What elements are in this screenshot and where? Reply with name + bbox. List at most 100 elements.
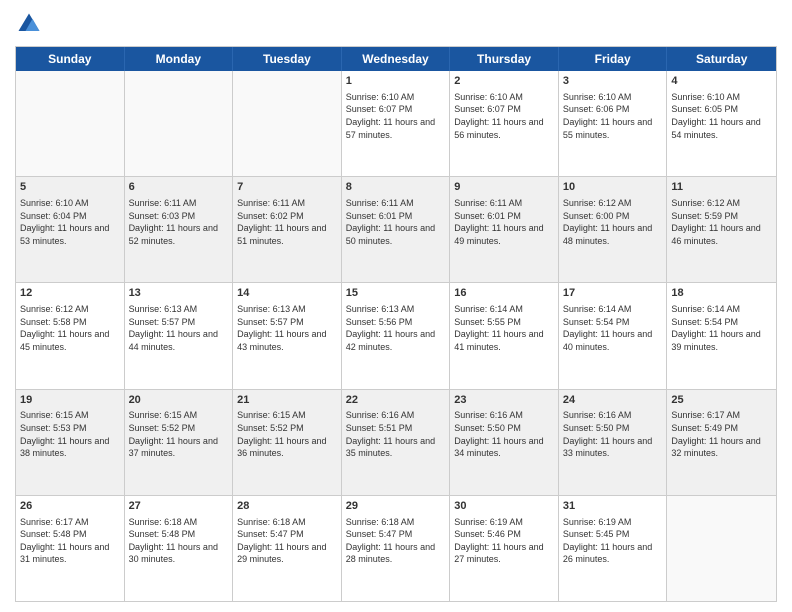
day-info: Sunrise: 6:13 AM Sunset: 5:56 PM Dayligh…: [346, 303, 446, 353]
day-info: Sunrise: 6:12 AM Sunset: 5:58 PM Dayligh…: [20, 303, 120, 353]
day-number: 21: [237, 393, 337, 408]
calendar-header: SundayMondayTuesdayWednesdayThursdayFrid…: [16, 47, 776, 71]
day-info: Sunrise: 6:10 AM Sunset: 6:07 PM Dayligh…: [346, 91, 446, 141]
day-cell-12: 12 Sunrise: 6:12 AM Sunset: 5:58 PM Dayli…: [16, 283, 125, 388]
header: [15, 10, 777, 38]
day-info: Sunrise: 6:12 AM Sunset: 5:59 PM Dayligh…: [671, 197, 772, 247]
empty-cell-0-0: [16, 71, 125, 176]
day-cell-3: 3 Sunrise: 6:10 AM Sunset: 6:06 PM Daylig…: [559, 71, 668, 176]
day-number: 11: [671, 180, 772, 195]
day-info: Sunrise: 6:19 AM Sunset: 5:45 PM Dayligh…: [563, 516, 663, 566]
day-cell-30: 30 Sunrise: 6:19 AM Sunset: 5:46 PM Dayli…: [450, 496, 559, 601]
day-number: 29: [346, 499, 446, 514]
day-info: Sunrise: 6:12 AM Sunset: 6:00 PM Dayligh…: [563, 197, 663, 247]
weekday-header-monday: Monday: [125, 47, 234, 71]
day-cell-31: 31 Sunrise: 6:19 AM Sunset: 5:45 PM Dayli…: [559, 496, 668, 601]
day-cell-14: 14 Sunrise: 6:13 AM Sunset: 5:57 PM Dayli…: [233, 283, 342, 388]
day-number: 18: [671, 286, 772, 301]
day-number: 24: [563, 393, 663, 408]
day-cell-18: 18 Sunrise: 6:14 AM Sunset: 5:54 PM Dayli…: [667, 283, 776, 388]
day-info: Sunrise: 6:11 AM Sunset: 6:01 PM Dayligh…: [454, 197, 554, 247]
day-info: Sunrise: 6:16 AM Sunset: 5:50 PM Dayligh…: [454, 409, 554, 459]
weekday-header-thursday: Thursday: [450, 47, 559, 71]
day-number: 12: [20, 286, 120, 301]
day-cell-1: 1 Sunrise: 6:10 AM Sunset: 6:07 PM Daylig…: [342, 71, 451, 176]
day-cell-8: 8Sunrise: 6:11 AM Sunset: 6:01 PM Daylig…: [342, 177, 451, 282]
day-cell-7: 7 Sunrise: 6:11 AM Sunset: 6:02 PM Daylig…: [233, 177, 342, 282]
weekday-header-friday: Friday: [559, 47, 668, 71]
day-number: 8: [346, 180, 446, 195]
day-number: 16: [454, 286, 554, 301]
day-cell-21: 21Sunrise: 6:15 AM Sunset: 5:52 PM Dayli…: [233, 390, 342, 495]
day-number: 14: [237, 286, 337, 301]
day-info: Sunrise: 6:14 AM Sunset: 5:54 PM Dayligh…: [671, 303, 772, 353]
day-number: 13: [129, 286, 229, 301]
day-cell-17: 17 Sunrise: 6:14 AM Sunset: 5:54 PM Dayli…: [559, 283, 668, 388]
day-info: Sunrise: 6:18 AM Sunset: 5:47 PM Dayligh…: [237, 516, 337, 566]
day-cell-25: 25Sunrise: 6:17 AM Sunset: 5:49 PM Dayli…: [667, 390, 776, 495]
day-number: 23: [454, 393, 554, 408]
day-cell-28: 28Sunrise: 6:18 AM Sunset: 5:47 PM Dayli…: [233, 496, 342, 601]
day-number: 9: [454, 180, 554, 195]
logo-icon: [15, 10, 43, 38]
empty-cell-0-1: [125, 71, 234, 176]
day-cell-23: 23Sunrise: 6:16 AM Sunset: 5:50 PM Dayli…: [450, 390, 559, 495]
day-cell-27: 27Sunrise: 6:18 AM Sunset: 5:48 PM Dayli…: [125, 496, 234, 601]
day-cell-9: 9 Sunrise: 6:11 AM Sunset: 6:01 PM Daylig…: [450, 177, 559, 282]
day-cell-10: 10Sunrise: 6:12 AM Sunset: 6:00 PM Dayli…: [559, 177, 668, 282]
day-cell-11: 11 Sunrise: 6:12 AM Sunset: 5:59 PM Dayli…: [667, 177, 776, 282]
day-info: Sunrise: 6:17 AM Sunset: 5:49 PM Dayligh…: [671, 409, 772, 459]
day-info: Sunrise: 6:15 AM Sunset: 5:53 PM Dayligh…: [20, 409, 120, 459]
day-number: 17: [563, 286, 663, 301]
empty-cell-4-6: [667, 496, 776, 601]
day-cell-24: 24Sunrise: 6:16 AM Sunset: 5:50 PM Dayli…: [559, 390, 668, 495]
day-info: Sunrise: 6:19 AM Sunset: 5:46 PM Dayligh…: [454, 516, 554, 566]
day-info: Sunrise: 6:18 AM Sunset: 5:47 PM Dayligh…: [346, 516, 446, 566]
day-cell-2: 2Sunrise: 6:10 AM Sunset: 6:07 PM Daylig…: [450, 71, 559, 176]
day-info: Sunrise: 6:13 AM Sunset: 5:57 PM Dayligh…: [129, 303, 229, 353]
weekday-header-wednesday: Wednesday: [342, 47, 451, 71]
day-number: 7: [237, 180, 337, 195]
page: SundayMondayTuesdayWednesdayThursdayFrid…: [0, 0, 792, 612]
day-info: Sunrise: 6:10 AM Sunset: 6:07 PM Dayligh…: [454, 91, 554, 141]
logo: [15, 10, 47, 38]
day-cell-20: 20Sunrise: 6:15 AM Sunset: 5:52 PM Dayli…: [125, 390, 234, 495]
day-number: 5: [20, 180, 120, 195]
day-info: Sunrise: 6:14 AM Sunset: 5:55 PM Dayligh…: [454, 303, 554, 353]
day-info: Sunrise: 6:10 AM Sunset: 6:04 PM Dayligh…: [20, 197, 120, 247]
day-cell-19: 19Sunrise: 6:15 AM Sunset: 5:53 PM Dayli…: [16, 390, 125, 495]
day-cell-13: 13 Sunrise: 6:13 AM Sunset: 5:57 PM Dayli…: [125, 283, 234, 388]
day-info: Sunrise: 6:14 AM Sunset: 5:54 PM Dayligh…: [563, 303, 663, 353]
day-cell-29: 29 Sunrise: 6:18 AM Sunset: 5:47 PM Dayli…: [342, 496, 451, 601]
day-cell-4: 4Sunrise: 6:10 AM Sunset: 6:05 PM Daylig…: [667, 71, 776, 176]
day-number: 22: [346, 393, 446, 408]
weekday-header-saturday: Saturday: [667, 47, 776, 71]
day-number: 3: [563, 74, 663, 89]
day-info: Sunrise: 6:10 AM Sunset: 6:06 PM Dayligh…: [563, 91, 663, 141]
day-cell-16: 16 Sunrise: 6:14 AM Sunset: 5:55 PM Dayli…: [450, 283, 559, 388]
day-number: 26: [20, 499, 120, 514]
calendar-row-4: 26 Sunrise: 6:17 AM Sunset: 5:48 PM Dayli…: [16, 495, 776, 601]
calendar: SundayMondayTuesdayWednesdayThursdayFrid…: [15, 46, 777, 602]
day-number: 1: [346, 74, 446, 89]
day-number: 31: [563, 499, 663, 514]
day-number: 20: [129, 393, 229, 408]
calendar-row-2: 12 Sunrise: 6:12 AM Sunset: 5:58 PM Dayli…: [16, 282, 776, 388]
day-number: 15: [346, 286, 446, 301]
calendar-body: 1 Sunrise: 6:10 AM Sunset: 6:07 PM Daylig…: [16, 71, 776, 601]
day-info: Sunrise: 6:11 AM Sunset: 6:02 PM Dayligh…: [237, 197, 337, 247]
day-number: 30: [454, 499, 554, 514]
day-info: Sunrise: 6:15 AM Sunset: 5:52 PM Dayligh…: [237, 409, 337, 459]
day-cell-6: 6Sunrise: 6:11 AM Sunset: 6:03 PM Daylig…: [125, 177, 234, 282]
day-cell-15: 15 Sunrise: 6:13 AM Sunset: 5:56 PM Dayli…: [342, 283, 451, 388]
day-info: Sunrise: 6:15 AM Sunset: 5:52 PM Dayligh…: [129, 409, 229, 459]
day-cell-5: 5 Sunrise: 6:10 AM Sunset: 6:04 PM Daylig…: [16, 177, 125, 282]
day-number: 4: [671, 74, 772, 89]
weekday-header-tuesday: Tuesday: [233, 47, 342, 71]
day-number: 25: [671, 393, 772, 408]
day-cell-26: 26 Sunrise: 6:17 AM Sunset: 5:48 PM Dayli…: [16, 496, 125, 601]
calendar-row-1: 5 Sunrise: 6:10 AM Sunset: 6:04 PM Daylig…: [16, 176, 776, 282]
day-info: Sunrise: 6:13 AM Sunset: 5:57 PM Dayligh…: [237, 303, 337, 353]
day-info: Sunrise: 6:17 AM Sunset: 5:48 PM Dayligh…: [20, 516, 120, 566]
day-info: Sunrise: 6:11 AM Sunset: 6:03 PM Dayligh…: [129, 197, 229, 247]
